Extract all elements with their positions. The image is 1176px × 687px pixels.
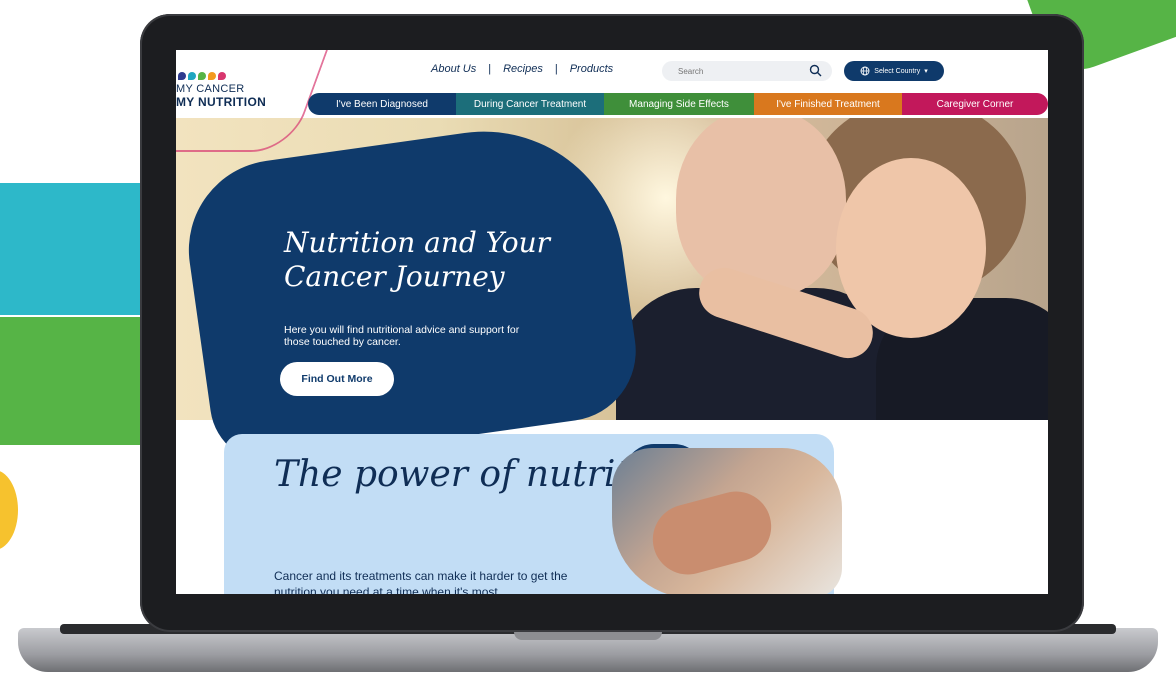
website-screen: Nutrition and Your Cancer Journey Here y… bbox=[176, 50, 1048, 594]
logo-dot bbox=[188, 72, 196, 80]
chevron-down-icon: ▾ bbox=[924, 68, 928, 75]
link-separator: | bbox=[488, 63, 492, 75]
hero-title: Nutrition and Your Cancer Journey bbox=[284, 226, 550, 293]
find-out-more-button[interactable]: Find Out More bbox=[280, 362, 394, 396]
nav-tab-caregiver-corner[interactable]: Caregiver Corner bbox=[902, 93, 1048, 115]
top-link-about-us[interactable]: About Us bbox=[431, 63, 476, 75]
top-link-recipes[interactable]: Recipes bbox=[503, 63, 543, 75]
nav-tab-during-treatment[interactable]: During Cancer Treatment bbox=[456, 93, 604, 115]
logo-dot bbox=[198, 72, 206, 80]
hero-subtitle: Here you will find nutritional advice an… bbox=[284, 324, 520, 348]
holding-hands-photo bbox=[612, 448, 842, 594]
select-country-label: Select Country bbox=[874, 67, 921, 75]
globe-icon bbox=[860, 66, 870, 76]
top-links: About Us | Recipes | Products bbox=[431, 63, 613, 75]
nav-tab-side-effects[interactable]: Managing Side Effects bbox=[604, 93, 754, 115]
nav-tab-diagnosed[interactable]: I've Been Diagnosed bbox=[308, 93, 456, 115]
select-country-button[interactable]: Select Country ▾ bbox=[844, 61, 944, 81]
logo-dot bbox=[178, 72, 186, 80]
power-section-text: Cancer and its treatments can make it ha… bbox=[274, 569, 568, 594]
decorative-yellow-circle bbox=[0, 470, 18, 550]
logo-text-line2[interactable]: MY NUTRITION bbox=[176, 95, 266, 109]
search-input[interactable] bbox=[676, 65, 800, 77]
link-separator: | bbox=[554, 63, 558, 75]
main-nav: I've Been Diagnosed During Cancer Treatm… bbox=[308, 93, 1048, 115]
logo-text-line1[interactable]: MY CANCER bbox=[176, 83, 245, 95]
logo-dot bbox=[208, 72, 216, 80]
site-header: MY CANCER MY NUTRITION About Us | Recipe… bbox=[176, 50, 1048, 152]
nav-tab-finished-treatment[interactable]: I've Finished Treatment bbox=[754, 93, 902, 115]
search-icon[interactable] bbox=[809, 64, 822, 77]
search-box bbox=[662, 61, 832, 81]
power-of-nutrition-card: The power of nutrition Cancer and its tr… bbox=[224, 434, 842, 594]
logo-dot bbox=[218, 72, 226, 80]
logo-icon[interactable] bbox=[178, 72, 226, 80]
top-link-products[interactable]: Products bbox=[570, 63, 613, 75]
